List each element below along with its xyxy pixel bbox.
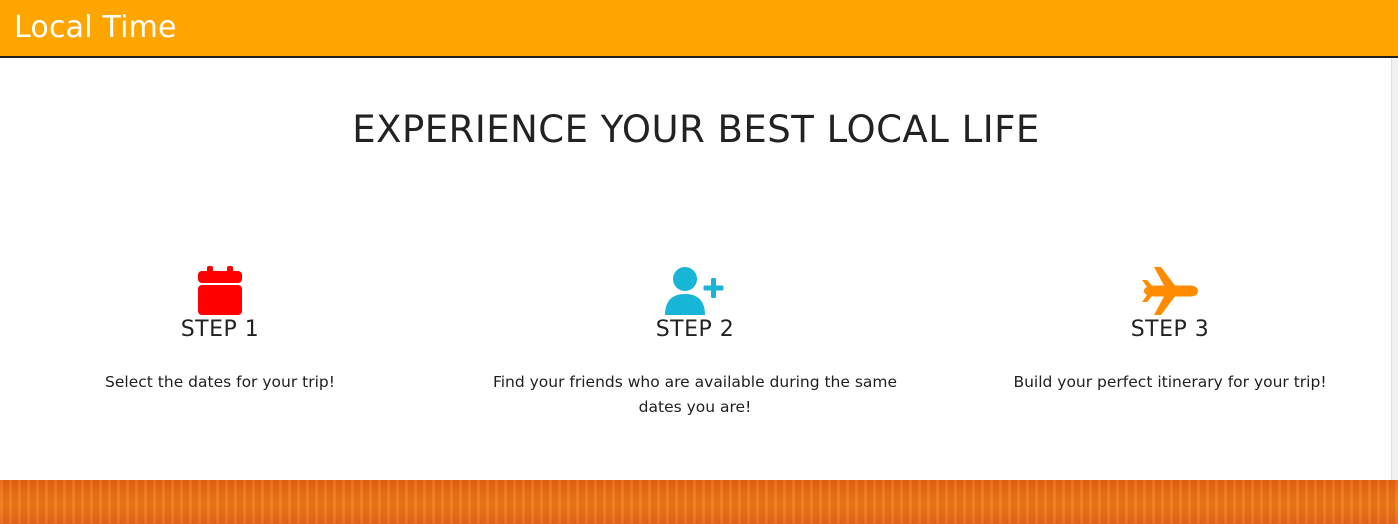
user-plus-icon xyxy=(660,266,730,316)
step-title: STEP 2 xyxy=(655,317,735,342)
page-headline: EXPERIENCE YOUR BEST LOCAL LIFE xyxy=(352,108,1040,151)
step-card-2: STEP 2 Find your friends who are availab… xyxy=(475,266,915,420)
step-description: Select the dates for your trip! xyxy=(105,373,335,391)
step-card-3: STEP 3 Build your perfect itinerary for … xyxy=(950,266,1390,395)
navbar: Local Time xyxy=(0,0,1398,58)
main-content: EXPERIENCE YOUR BEST LOCAL LIFE STEP 1 S… xyxy=(0,58,1392,480)
wood-texture xyxy=(0,480,1398,524)
footer-banner xyxy=(0,480,1398,524)
step-title: STEP 1 xyxy=(180,317,260,342)
step-card-1: STEP 1 Select the dates for your trip! xyxy=(0,266,440,395)
page-scrollbar[interactable] xyxy=(1391,58,1398,480)
plane-icon xyxy=(1135,266,1205,316)
step-description: Build your perfect itinerary for your tr… xyxy=(1013,373,1327,391)
calendar-icon xyxy=(185,266,255,316)
step-title: STEP 3 xyxy=(1130,317,1210,342)
brand-link[interactable]: Local Time xyxy=(14,9,177,47)
step-description: Find your friends who are available duri… xyxy=(492,373,898,416)
